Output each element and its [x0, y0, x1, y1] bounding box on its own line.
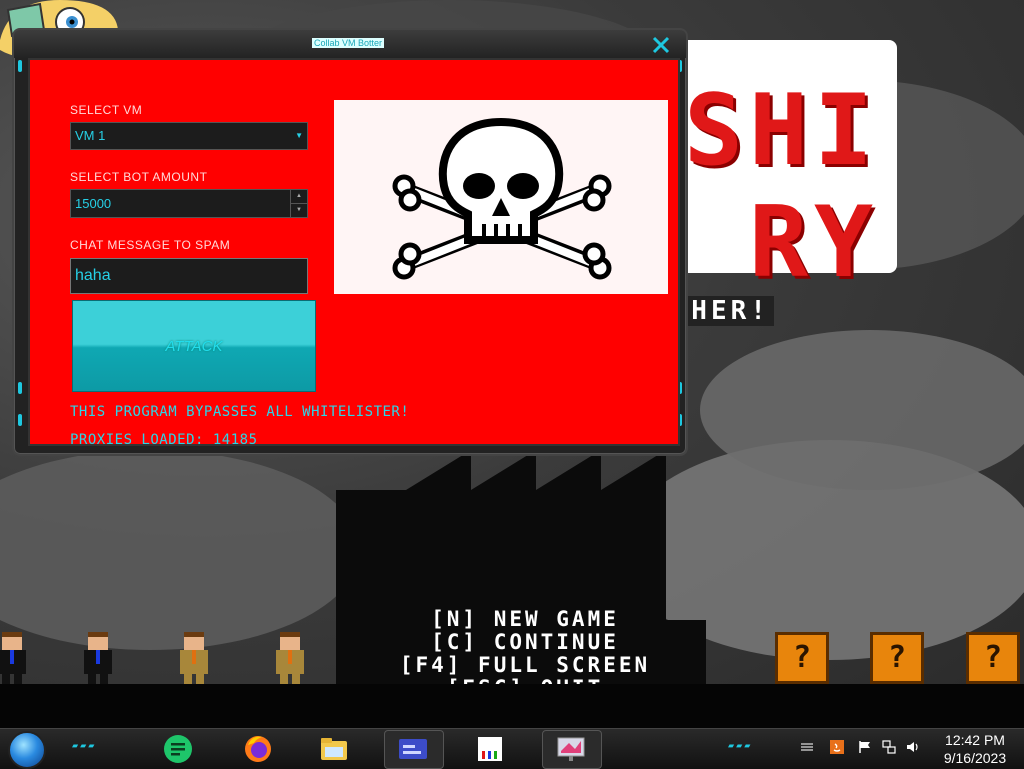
taskbar-app-active[interactable]	[542, 730, 602, 769]
start-button[interactable]	[8, 731, 46, 769]
clock-time: 12:42 PM	[945, 732, 1005, 748]
question-block: ?	[966, 632, 1020, 684]
vm-select-value: VM 1	[75, 128, 106, 143]
select-vm-label: SELECT VM	[70, 103, 143, 117]
question-block: ?	[870, 632, 924, 684]
vm-select[interactable]: VM 1 ▼	[70, 122, 308, 150]
cloud	[700, 330, 1024, 490]
edge-light	[18, 382, 22, 394]
chevron-down-icon[interactable]: ▼	[295, 123, 303, 149]
attack-button[interactable]: ATTACK	[72, 300, 316, 392]
clock-date: 9/16/2023	[943, 750, 1007, 766]
botter-window: Collab VM Botter SELECT VM VM 1 ▼ SELECT…	[14, 30, 686, 454]
game-title-line-2: RY	[748, 186, 879, 300]
taskbar: ▰▰▰ ▰▰▰ 12:42 PM 9/16/2023	[0, 728, 1024, 769]
window-body: SELECT VM VM 1 ▼ SELECT BOT AMOUNT 15000…	[28, 58, 680, 448]
flag-icon[interactable]	[858, 740, 872, 754]
game-title-line-1: SHI	[683, 74, 879, 188]
java-icon[interactable]	[830, 740, 844, 754]
menu-item-full-screen[interactable]: [F4] FULL SCREEN	[380, 654, 670, 677]
file-explorer-icon[interactable]	[318, 733, 350, 765]
window-titlebar[interactable]: Collab VM Botter	[14, 30, 686, 58]
taskbar-decoration: ▰▰▰	[72, 741, 97, 750]
edge-light	[18, 414, 22, 426]
skull-crossbones-icon	[334, 100, 668, 294]
spinner: ▲ ▼	[290, 190, 307, 217]
chat-message-label: CHAT MESSAGE TO SPAM	[70, 238, 231, 252]
firefox-icon[interactable]	[242, 733, 274, 765]
taskbar-app-active[interactable]	[384, 730, 444, 769]
taskbar-decoration: ▰▰▰	[728, 741, 753, 750]
question-block: ?	[775, 632, 829, 684]
system-clock[interactable]: 12:42 PM 9/16/2023	[930, 731, 1020, 767]
show-desktop-icon[interactable]	[800, 740, 814, 754]
presentation-icon	[557, 737, 585, 761]
character-sprite	[0, 632, 26, 684]
bot-amount-stepper[interactable]: 15000 ▲ ▼	[70, 189, 308, 218]
game-ground	[0, 684, 1024, 728]
increment-icon[interactable]: ▲	[291, 190, 307, 204]
character-sprite	[84, 632, 112, 684]
network-icon[interactable]	[882, 740, 896, 754]
menu-item-new-game[interactable]: [N] NEW GAME	[380, 608, 670, 631]
close-icon[interactable]	[650, 34, 672, 56]
volume-icon[interactable]	[906, 740, 920, 754]
decrement-icon[interactable]: ▼	[291, 204, 307, 217]
menu-item-continue[interactable]: [C] CONTINUE	[380, 631, 670, 654]
character-sprite	[276, 632, 304, 684]
edge-light	[18, 60, 22, 72]
bot-amount-label: SELECT BOT AMOUNT	[70, 170, 208, 184]
proxies-loaded-status: PROXIES LOADED: 14185	[70, 432, 258, 448]
bypass-notice: THIS PROGRAM BYPASSES ALL WHITELISTER!	[70, 404, 410, 420]
chat-message-input[interactable]: haha	[70, 258, 308, 294]
cloud	[0, 450, 360, 650]
bot-amount-value: 15000	[75, 196, 112, 211]
window-title: Collab VM Botter	[312, 38, 385, 48]
paint-icon[interactable]	[474, 733, 506, 765]
sheets-icon[interactable]	[162, 733, 194, 765]
app-window-icon	[399, 739, 427, 759]
character-sprite	[180, 632, 208, 684]
